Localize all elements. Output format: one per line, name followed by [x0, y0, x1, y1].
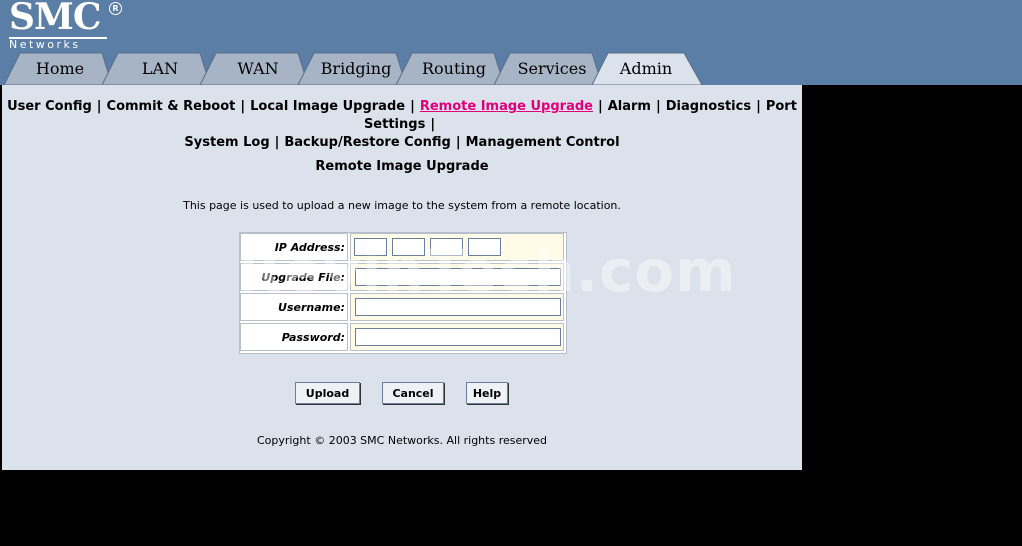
logo-subtitle: Networks — [9, 38, 81, 51]
tab-home[interactable]: Home — [4, 52, 112, 85]
tab-bridging[interactable]: Bridging — [298, 52, 406, 85]
password-input[interactable] — [355, 328, 561, 346]
tab-wan[interactable]: WAN — [200, 52, 308, 85]
upgrade-form: IP Address: Upgrade File: Username: Pass… — [239, 232, 567, 354]
cancel-button[interactable]: Cancel — [382, 382, 444, 404]
password-row: Password: — [240, 323, 566, 353]
header-bar: SMC R Networks Home LAN WAN Bridging Rou… — [0, 0, 1022, 85]
registered-mark: R — [109, 2, 122, 15]
ip-octet-3[interactable] — [430, 238, 463, 256]
smc-logo: SMC R Networks — [9, 0, 124, 54]
ip-octet-2[interactable] — [392, 238, 425, 256]
upload-button[interactable]: Upload — [295, 382, 360, 404]
file-label: Upgrade File: — [240, 263, 348, 291]
help-button[interactable]: Help — [466, 382, 508, 404]
ip-cell — [350, 233, 564, 261]
subnav-management-control[interactable]: Management Control — [466, 135, 620, 150]
upgrade-file-input[interactable] — [355, 268, 561, 286]
file-cell — [350, 263, 564, 291]
tab-label: WAN — [237, 59, 279, 78]
tab-services[interactable]: Services — [494, 52, 602, 85]
logo-brand: SMC — [9, 0, 101, 38]
separator: | — [96, 99, 102, 114]
separator: | — [655, 99, 661, 114]
separator: | — [430, 117, 436, 132]
subnav-diagnostics[interactable]: Diagnostics — [666, 99, 751, 114]
tab-label: Admin — [619, 59, 673, 78]
page-title: Remote Image Upgrade — [315, 159, 489, 174]
main-tabs: Home LAN WAN Bridging Routing Services A… — [0, 52, 720, 85]
username-row: Username: — [240, 293, 566, 323]
username-input[interactable] — [355, 298, 561, 316]
subnav-system-log[interactable]: System Log — [184, 135, 269, 150]
copyright-text: Copyright © 2003 SMC Networks. All right… — [256, 434, 548, 447]
tab-lan[interactable]: LAN — [102, 52, 210, 85]
ip-octet-4[interactable] — [468, 238, 501, 256]
separator: | — [410, 99, 415, 114]
separator: | — [240, 99, 246, 114]
file-row: Upgrade File: — [240, 263, 566, 293]
subnav-alarm[interactable]: Alarm — [608, 99, 651, 114]
subnav-backup-restore[interactable]: Backup/Restore Config — [284, 135, 450, 150]
ip-row: IP Address: — [240, 233, 566, 263]
separator: | — [455, 135, 461, 150]
separator: | — [597, 99, 603, 114]
subnav-commit-reboot[interactable]: Commit & Reboot — [107, 99, 236, 114]
tab-label: Routing — [421, 59, 487, 78]
username-cell — [350, 293, 564, 321]
admin-subnav: User Config | Commit & Reboot | Local Image … — [2, 98, 802, 152]
tab-admin[interactable]: Admin — [592, 52, 704, 85]
content-panel: User Config | Commit & Reboot | Local Image … — [2, 85, 802, 470]
tab-label: Home — [35, 59, 85, 78]
tab-label: Bridging — [320, 59, 392, 78]
subnav-local-image-upgrade[interactable]: Local Image Upgrade — [250, 99, 405, 114]
subnav-remote-image-upgrade[interactable]: Remote Image Upgrade — [420, 99, 593, 114]
password-label: Password: — [240, 323, 348, 351]
subnav-user-config[interactable]: User Config — [7, 99, 92, 114]
ip-label: IP Address: — [240, 233, 348, 261]
tab-label: LAN — [141, 59, 179, 78]
page-description: This page is used to upload a new image … — [183, 199, 621, 212]
username-label: Username: — [240, 293, 348, 321]
ip-octet-1[interactable] — [354, 238, 387, 256]
separator: | — [274, 135, 280, 150]
password-cell — [350, 323, 564, 351]
separator: | — [756, 99, 761, 114]
tab-routing[interactable]: Routing — [396, 52, 504, 85]
